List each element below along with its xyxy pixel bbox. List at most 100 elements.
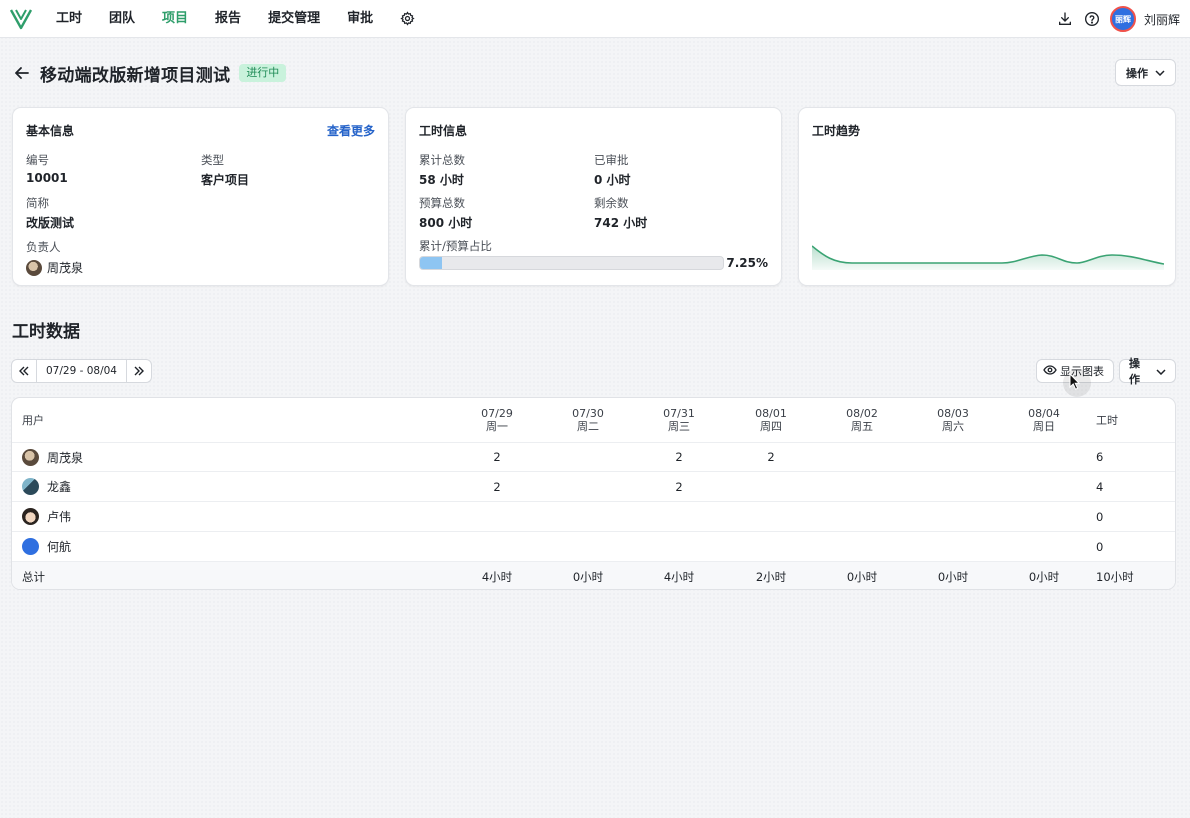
day-weekday: 周一 [486, 420, 508, 433]
eye-icon [1043, 364, 1057, 378]
user-avatar [22, 478, 39, 495]
owner-name: 周茂泉 [47, 261, 84, 275]
back-arrow-icon[interactable] [12, 63, 32, 83]
project-id-value: 10001 [26, 171, 68, 185]
user-name: 龙鑫 [47, 480, 72, 494]
nav-item-approval[interactable]: 审批 [347, 0, 373, 38]
ratio-label: 累计/预算占比 [419, 239, 492, 253]
user-column-header: 用户 [22, 414, 44, 427]
avatar-text: 丽辉 [1114, 14, 1131, 24]
day-header: 08/02 周五 [816, 398, 908, 442]
user-avatar [22, 508, 39, 525]
table-row[interactable]: 何航 0 [12, 532, 1175, 562]
table-operations-button[interactable]: 操作 [1119, 357, 1176, 386]
hours-cell [907, 472, 999, 501]
hours-cell: 2 [767, 450, 775, 464]
user-cell: 何航 [22, 532, 222, 561]
footer-day-total: 0小时 [1028, 569, 1060, 584]
day-header: 08/01 周四 [725, 398, 817, 442]
day-date: 07/29 [481, 407, 513, 420]
chevron-down-icon [1155, 66, 1165, 79]
budget-hours-field: 预算总数 800 小时 [419, 195, 472, 231]
footer-day-total: 0小时 [846, 569, 878, 584]
total-hours-label: 累计总数 [419, 153, 465, 167]
prev-week-icon[interactable] [12, 360, 36, 382]
app-logo[interactable] [8, 6, 34, 32]
chevron-down-icon [1156, 365, 1166, 378]
approved-hours-value: 0 小时 [594, 173, 631, 187]
day-weekday: 周四 [760, 420, 782, 433]
hours-cell [725, 502, 817, 531]
day-date: 07/31 [663, 407, 695, 420]
total-hours-value: 58 小时 [419, 173, 464, 187]
day-header: 08/04 周日 [998, 398, 1090, 442]
day-date: 08/01 [755, 407, 787, 420]
remaining-hours-label: 剩余数 [594, 196, 629, 210]
nav-item-submissions[interactable]: 提交管理 [268, 0, 320, 38]
approved-hours-field: 已审批 0 小时 [594, 152, 631, 188]
nav-item-team[interactable]: 团队 [109, 0, 135, 38]
username[interactable]: 刘丽辉 [1144, 11, 1180, 28]
table-row[interactable]: 龙鑫 2 2 4 [12, 472, 1175, 502]
owner-entry[interactable]: 周茂泉 [26, 259, 83, 276]
hours-cell: 2 [675, 479, 683, 494]
user-name: 何航 [47, 540, 72, 554]
settings-gear-icon[interactable] [400, 0, 418, 38]
hours-cell [542, 472, 634, 501]
project-type-field: 类型 客户项目 [201, 152, 249, 188]
owner-label: 负责人 [26, 240, 61, 254]
footer-day-total: 4小时 [481, 569, 513, 584]
hours-cell: 2 [675, 450, 683, 464]
nav-item-hours[interactable]: 工时 [56, 0, 82, 38]
nav-item-projects[interactable]: 项目 [162, 0, 188, 38]
page-header: 移动端改版新增项目测试 进行中 操作 [12, 58, 1176, 88]
hours-cell [633, 532, 725, 561]
download-icon[interactable] [1056, 10, 1074, 28]
date-range-navigator: 07/29 - 08/04 [11, 359, 152, 383]
page-title: 移动端改版新增项目测试 [40, 65, 231, 86]
day-weekday: 周三 [668, 420, 690, 433]
hours-info-title: 工时信息 [419, 124, 468, 138]
mouse-cursor-icon [1063, 369, 1091, 397]
user-name: 卢伟 [47, 510, 72, 524]
day-weekday: 周二 [577, 420, 599, 433]
trend-sparkline [812, 245, 1164, 270]
main-nav: 工时 团队 项目 报告 提交管理 审批 [56, 0, 418, 38]
date-range-label[interactable]: 07/29 - 08/04 [36, 360, 127, 382]
view-more-link[interactable]: 查看更多 [327, 122, 375, 139]
day-weekday: 周六 [942, 420, 964, 433]
project-type-value: 客户项目 [201, 173, 250, 187]
short-name-value: 改版测试 [26, 216, 75, 230]
hours-cell [998, 443, 1090, 471]
user-cell: 龙鑫 [22, 472, 222, 501]
operations-button[interactable]: 操作 [1115, 59, 1176, 86]
ratio-field: 累计/预算占比 [419, 238, 492, 254]
nav-item-reports[interactable]: 报告 [215, 0, 241, 38]
help-icon[interactable] [1083, 10, 1101, 28]
budget-progress-bar [419, 256, 724, 270]
basic-info-title: 基本信息 [26, 124, 75, 138]
total-hours-field: 累计总数 58 小时 [419, 152, 465, 188]
basic-info-card: 基本信息 查看更多 编号 10001 类型 客户项目 简称 改版测试 负责人 周… [12, 107, 389, 286]
row-total: 6 [1096, 450, 1104, 464]
table-row[interactable]: 卢伟 0 [12, 502, 1175, 532]
hours-cell [816, 502, 908, 531]
hours-cell [998, 472, 1090, 501]
hours-cell [816, 532, 908, 561]
trend-area [812, 246, 1164, 270]
hours-cell [542, 443, 634, 471]
approved-hours-label: 已审批 [594, 153, 629, 167]
table-header-row: 用户 07/29 周一 07/30 周二 07/31 周三 08/01 周四 0… [12, 398, 1175, 443]
hours-trend-card: 工时趋势 [798, 107, 1176, 286]
user-avatar [22, 538, 39, 555]
ratio-percent: 7.25% [726, 256, 768, 270]
user-avatar[interactable]: 丽辉 [1109, 6, 1136, 32]
footer-day-total: 0小时 [937, 569, 969, 584]
row-total: 0 [1096, 509, 1104, 524]
table-row[interactable]: 周茂泉 2 2 2 6 [12, 443, 1175, 472]
next-week-icon[interactable] [127, 360, 151, 382]
row-total: 0 [1096, 539, 1104, 554]
hours-cell [998, 532, 1090, 561]
owner-field: 负责人 周茂泉 [26, 239, 83, 276]
hours-cell [633, 502, 725, 531]
